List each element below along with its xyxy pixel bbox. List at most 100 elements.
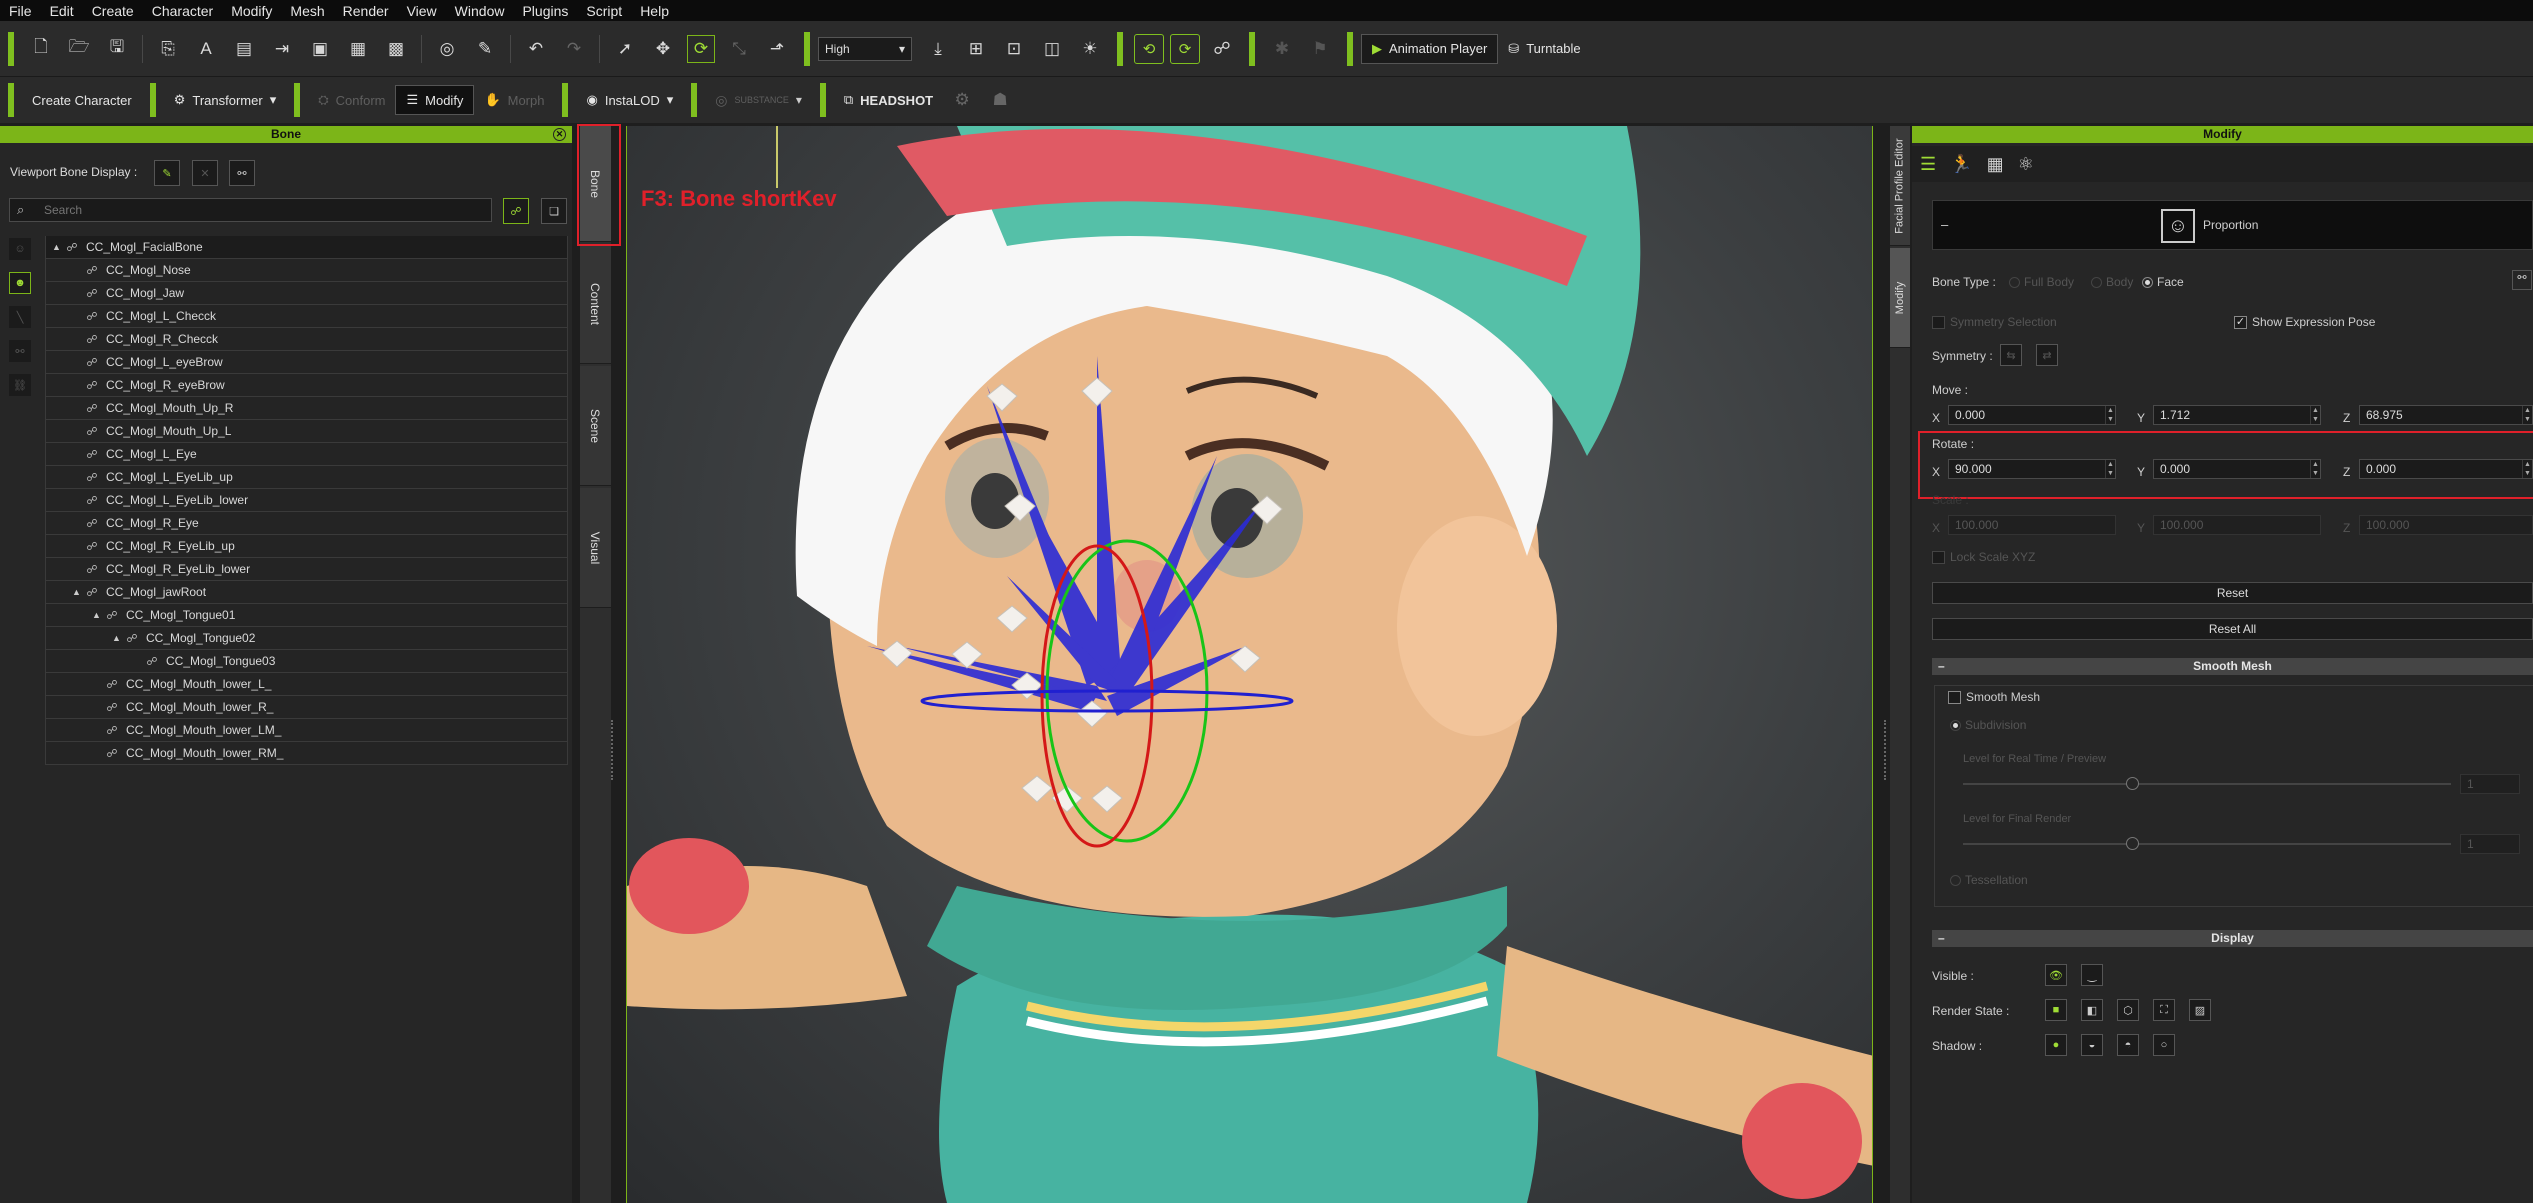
bone-tree-row[interactable]: ▲ ☍ CC_Mogl_jawRoot [45, 581, 568, 604]
close-icon[interactable]: ✕ [553, 128, 566, 141]
zoom-extents-icon[interactable]: ⊡ [1000, 35, 1028, 63]
radio-subdivision[interactable] [1950, 720, 1961, 732]
expand-triangle-icon[interactable]: ▲ [72, 587, 84, 597]
shadow-full-icon[interactable]: ● [2045, 1034, 2067, 1056]
level-realtime-field[interactable]: 1 [2460, 774, 2520, 794]
bone-tree-row[interactable]: ☍ CC_Mogl_Mouth_Up_L [45, 420, 568, 443]
conform-button[interactable]: ⛭ Conform [308, 85, 395, 115]
bone-tree-row[interactable]: ▲ ☍ CC_Mogl_Tongue02 [45, 627, 568, 650]
tab-visual[interactable]: Visual [580, 488, 611, 608]
menu-script[interactable]: Script [577, 3, 631, 19]
import-icon[interactable]: ⎘ [154, 35, 182, 63]
render-shaded-icon[interactable]: ■ [2045, 999, 2067, 1021]
radio-body[interactable] [2091, 277, 2102, 289]
menu-view[interactable]: View [398, 3, 446, 19]
bone-tree-row[interactable]: ☍ CC_Mogl_L_Checck [45, 305, 568, 328]
line-tool-icon[interactable]: ╲ [9, 306, 31, 328]
bone-tree-row[interactable]: ☍ CC_Mogl_L_EyeLib_lower [45, 489, 568, 512]
radio-face[interactable] [2142, 277, 2153, 289]
import-a-icon[interactable]: A [192, 35, 220, 63]
face-bone-icon[interactable]: ☻ [9, 272, 31, 294]
camera-icon[interactable]: ◎ [433, 35, 461, 63]
level-final-slider[interactable] [1963, 837, 2451, 850]
expand-triangle-icon[interactable]: ▲ [112, 633, 124, 643]
render-xray-icon[interactable]: ▨ [2189, 999, 2211, 1021]
level-realtime-slider[interactable] [1963, 777, 2451, 790]
bone-tree-row[interactable]: ☍ CC_Mogl_R_Checck [45, 328, 568, 351]
radio-tessellation[interactable] [1950, 875, 1961, 887]
shadow-none-icon[interactable]: ○ [2153, 1034, 2175, 1056]
undo-icon[interactable]: ↶ [522, 35, 550, 63]
frame-icon[interactable]: ⊞ [962, 35, 990, 63]
menu-edit[interactable]: Edit [41, 3, 83, 19]
smooth-mesh-checkbox[interactable] [1948, 691, 1961, 705]
bone-display-link-icon[interactable]: ⚯ [229, 160, 255, 186]
select-arrow-icon[interactable]: ➚ [611, 35, 639, 63]
bone-tree-row[interactable]: ☍ CC_Mogl_R_EyeLib_up [45, 535, 568, 558]
menu-create[interactable]: Create [83, 3, 143, 19]
bone-type-face[interactable]: Face [2142, 275, 2184, 289]
scale-z-field[interactable]: 100.000 [2359, 515, 2533, 535]
bone-tree-row[interactable]: ☍ CC_Mogl_R_eyeBrow [45, 374, 568, 397]
bone-tree-row[interactable]: ☍ CC_Mogl_R_EyeLib_lower [45, 558, 568, 581]
bone-tree-row[interactable]: ☍ CC_Mogl_Mouth_Up_R [45, 397, 568, 420]
menu-help[interactable]: Help [631, 3, 678, 19]
bone-display-icon[interactable]: ⟲ [1134, 33, 1164, 64]
spinner-arrows-icon[interactable]: ▲ ▼ [2310, 406, 2320, 424]
bone-type-full-body[interactable]: Full Body [2009, 275, 2074, 289]
search-box[interactable]: ⌕ [9, 198, 492, 222]
bone-tree-row[interactable]: ▲ ☍ CC_Mogl_FacialBone [45, 236, 568, 259]
menu-window[interactable]: Window [446, 3, 514, 19]
spinner-arrows-icon[interactable]: ▲ ▼ [2522, 406, 2532, 424]
expand-triangle-icon[interactable]: ▲ [92, 610, 104, 620]
bone-tree-row[interactable]: ☍ CC_Mogl_R_Eye [45, 512, 568, 535]
3d-viewport[interactable]: F3: Bone shortKev [626, 126, 1873, 1203]
collapse-icon[interactable]: – [1938, 930, 1945, 947]
fbx-export-icon[interactable]: ▦ [344, 35, 372, 63]
camera-view-icon[interactable]: ◫ [1038, 35, 1066, 63]
radio-full-body[interactable] [2009, 277, 2020, 289]
spinner-arrows-icon[interactable]: ▲ ▼ [2105, 406, 2115, 424]
lock-scale-checkbox[interactable] [1932, 551, 1945, 565]
tab-facial-profile-editor[interactable]: Facial Profile Editor [1890, 126, 1910, 246]
proportion-button[interactable]: – ☺ Proportion [1932, 200, 2533, 250]
show-expression-pose-checkbox[interactable]: ✓ [2234, 316, 2247, 330]
chain-tool-icon[interactable]: ⛓ [9, 374, 31, 396]
morph-button[interactable]: ✋ Morph [474, 85, 554, 115]
bone-type-body[interactable]: Body [2091, 275, 2133, 289]
menu-file[interactable]: File [0, 3, 41, 19]
slider-thumb[interactable] [2126, 777, 2139, 790]
pin-icon[interactable]: ✱ [1268, 35, 1296, 63]
obj-export-icon[interactable]: ▣ [306, 35, 334, 63]
pose-icon[interactable]: 🏃 [1950, 154, 1972, 175]
menu-character[interactable]: Character [143, 3, 222, 19]
symmetry-left-icon[interactable]: ⇆ [2000, 344, 2022, 366]
atom-icon[interactable]: ⚛ [2018, 154, 2034, 175]
save-icon[interactable]: 🖫 [103, 35, 131, 63]
render-box-icon[interactable]: ⛶ [2153, 999, 2175, 1021]
splitter-grip-right[interactable] [1884, 720, 1888, 780]
move-gizmo-icon[interactable]: ✥ [649, 35, 677, 63]
link-tool-icon[interactable]: ⚯ [9, 340, 31, 362]
light-icon[interactable]: ☀ [1076, 35, 1104, 63]
render-image-icon[interactable]: ▩ [382, 35, 410, 63]
bone-tree-row[interactable]: ☍ CC_Mogl_Mouth_lower_RM_ [45, 742, 568, 765]
expand-triangle-icon[interactable]: ▲ [52, 242, 64, 252]
tab-scene[interactable]: Scene [580, 366, 611, 486]
bone-tree-row[interactable]: ☍ CC_Mogl_Mouth_lower_LM_ [45, 719, 568, 742]
scale-gizmo-icon[interactable]: ⤡ [725, 35, 753, 63]
new-file-icon[interactable]: 🗋 [27, 35, 55, 63]
turntable-button[interactable]: ⛁ Turntable [1498, 34, 1590, 64]
shadow-receive-icon[interactable]: ◓ [2117, 1034, 2139, 1056]
align-icon[interactable]: ⬏ [763, 35, 791, 63]
flag-icon[interactable]: ⚑ [1306, 35, 1334, 63]
search-input[interactable] [44, 201, 484, 219]
visible-off-icon[interactable]: ‿ [2081, 964, 2103, 986]
reset-all-button[interactable]: Reset All [1932, 618, 2533, 640]
visible-on-icon[interactable]: 👁 [2045, 964, 2067, 986]
shadow-cast-icon[interactable]: ◒ [2081, 1034, 2103, 1056]
scale-y-field[interactable]: 100.000 [2153, 515, 2321, 535]
bone-display-green-icon[interactable]: ✎ [154, 160, 180, 186]
slider-thumb[interactable] [2126, 837, 2139, 850]
level-final-field[interactable]: 1 [2460, 834, 2520, 854]
